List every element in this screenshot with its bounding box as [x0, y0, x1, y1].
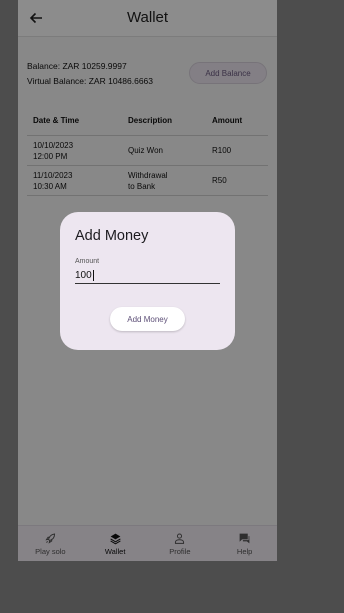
dialog-title: Add Money	[75, 228, 149, 244]
phone-screen: Wallet Balance: ZAR 10259.9997 Virtual B…	[18, 0, 277, 561]
text-caret	[92, 269, 94, 281]
amount-value: 100	[75, 269, 92, 281]
add-money-button[interactable]: Add Money	[110, 307, 185, 331]
amount-label: Amount	[75, 258, 100, 265]
amount-input[interactable]: 100	[75, 267, 220, 284]
add-money-dialog: Add Money Amount 100 Add Money	[60, 212, 235, 350]
